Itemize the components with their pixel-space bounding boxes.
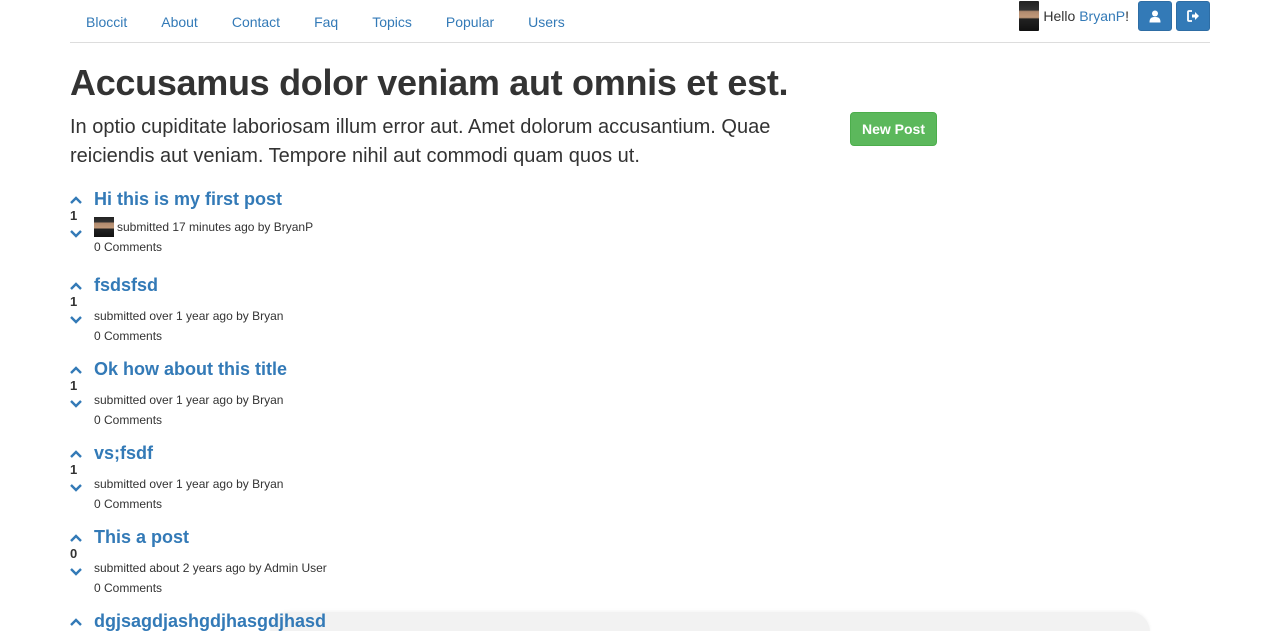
nav-link-bloccit[interactable]: Bloccit <box>86 13 127 31</box>
page-container: Bloccit About Contact Faq Topics Popular… <box>70 0 1210 631</box>
post-meta: submitted over 1 year ago by Bryan <box>94 392 283 408</box>
post-title-link[interactable]: vs;fsdf <box>94 441 153 465</box>
logout-button[interactable] <box>1176 1 1210 31</box>
post-meta-text: submitted over 1 year ago by Bryan <box>94 309 284 323</box>
post-title-link[interactable]: fsdsfsd <box>94 273 158 297</box>
sign-out-icon <box>1186 10 1199 22</box>
post-title-link[interactable]: dgjsagdjashgdjhasgdjhasd <box>94 609 326 631</box>
chevron-up-icon[interactable] <box>70 533 82 543</box>
post-title-link[interactable]: Hi this is my first post <box>94 187 282 211</box>
post-meta-text: submitted about 2 years ago by Admin Use… <box>94 561 327 575</box>
post-meta: submitted over 1 year ago by Bryan <box>94 308 283 324</box>
chevron-down-icon[interactable] <box>70 483 82 493</box>
nav-link-users[interactable]: Users <box>528 13 565 31</box>
nav-link-topics[interactable]: Topics <box>372 13 412 31</box>
post-comments[interactable]: 0 Comments <box>94 580 162 596</box>
vote-count: 1 <box>70 294 78 309</box>
greeting-suffix: ! <box>1125 8 1129 24</box>
chevron-down-icon[interactable] <box>70 315 82 325</box>
chevron-down-icon[interactable] <box>70 567 82 577</box>
nav-link-popular[interactable]: Popular <box>446 13 494 31</box>
profile-button[interactable] <box>1138 1 1172 31</box>
chevron-up-icon[interactable] <box>70 617 82 627</box>
new-post-button[interactable]: New Post <box>850 112 937 146</box>
post-comments[interactable]: 0 Comments <box>94 239 162 255</box>
avatar <box>1019 1 1040 31</box>
chevron-up-icon[interactable] <box>70 195 82 205</box>
post-meta: submitted over 1 year ago by Bryan <box>94 476 283 492</box>
post-comments[interactable]: 0 Comments <box>94 496 162 512</box>
nav-link-contact[interactable]: Contact <box>232 13 280 31</box>
greeting-prefix: Hello <box>1043 8 1080 24</box>
nav-links: Bloccit About Contact Faq Topics Popular… <box>86 13 599 31</box>
chevron-down-icon[interactable] <box>70 229 82 239</box>
navbar: Bloccit About Contact Faq Topics Popular… <box>70 0 1210 43</box>
vote-count: 0 <box>70 546 78 561</box>
user-greeting: Hello BryanP! <box>1043 8 1129 24</box>
nav-link-faq[interactable]: Faq <box>314 13 338 31</box>
chevron-up-icon[interactable] <box>70 281 82 291</box>
author-avatar <box>94 217 114 237</box>
chevron-up-icon[interactable] <box>70 449 82 459</box>
vote-count: 1 <box>70 378 78 393</box>
post-meta: submitted 17 minutes ago by BryanP <box>94 217 313 237</box>
page-title: Accusamus dolor veniam aut omnis et est. <box>70 62 789 103</box>
vote-count: 1 <box>70 208 78 223</box>
post-meta-text: submitted over 1 year ago by Bryan <box>94 477 284 491</box>
nav-user-area: Hello BryanP! <box>1019 1 1210 31</box>
post-meta: submitted about 2 years ago by Admin Use… <box>94 560 327 576</box>
post-comments[interactable]: 0 Comments <box>94 328 162 344</box>
vote-count: 1 <box>70 462 78 477</box>
nav-link-about[interactable]: About <box>161 13 198 31</box>
post-meta-text: submitted over 1 year ago by Bryan <box>94 393 284 407</box>
chevron-down-icon[interactable] <box>70 399 82 409</box>
post-title-link[interactable]: Ok how about this title <box>94 357 287 381</box>
page-description: In optio cupiditate laboriosam illum err… <box>70 116 771 167</box>
post-meta-text: submitted 17 minutes ago by BryanP <box>117 220 314 234</box>
username-link[interactable]: BryanP <box>1079 8 1125 24</box>
bottom-overlay <box>270 612 1150 631</box>
user-icon <box>1149 10 1161 22</box>
chevron-up-icon[interactable] <box>70 365 82 375</box>
post-title-link[interactable]: This a post <box>94 525 189 549</box>
post-comments[interactable]: 0 Comments <box>94 412 162 428</box>
